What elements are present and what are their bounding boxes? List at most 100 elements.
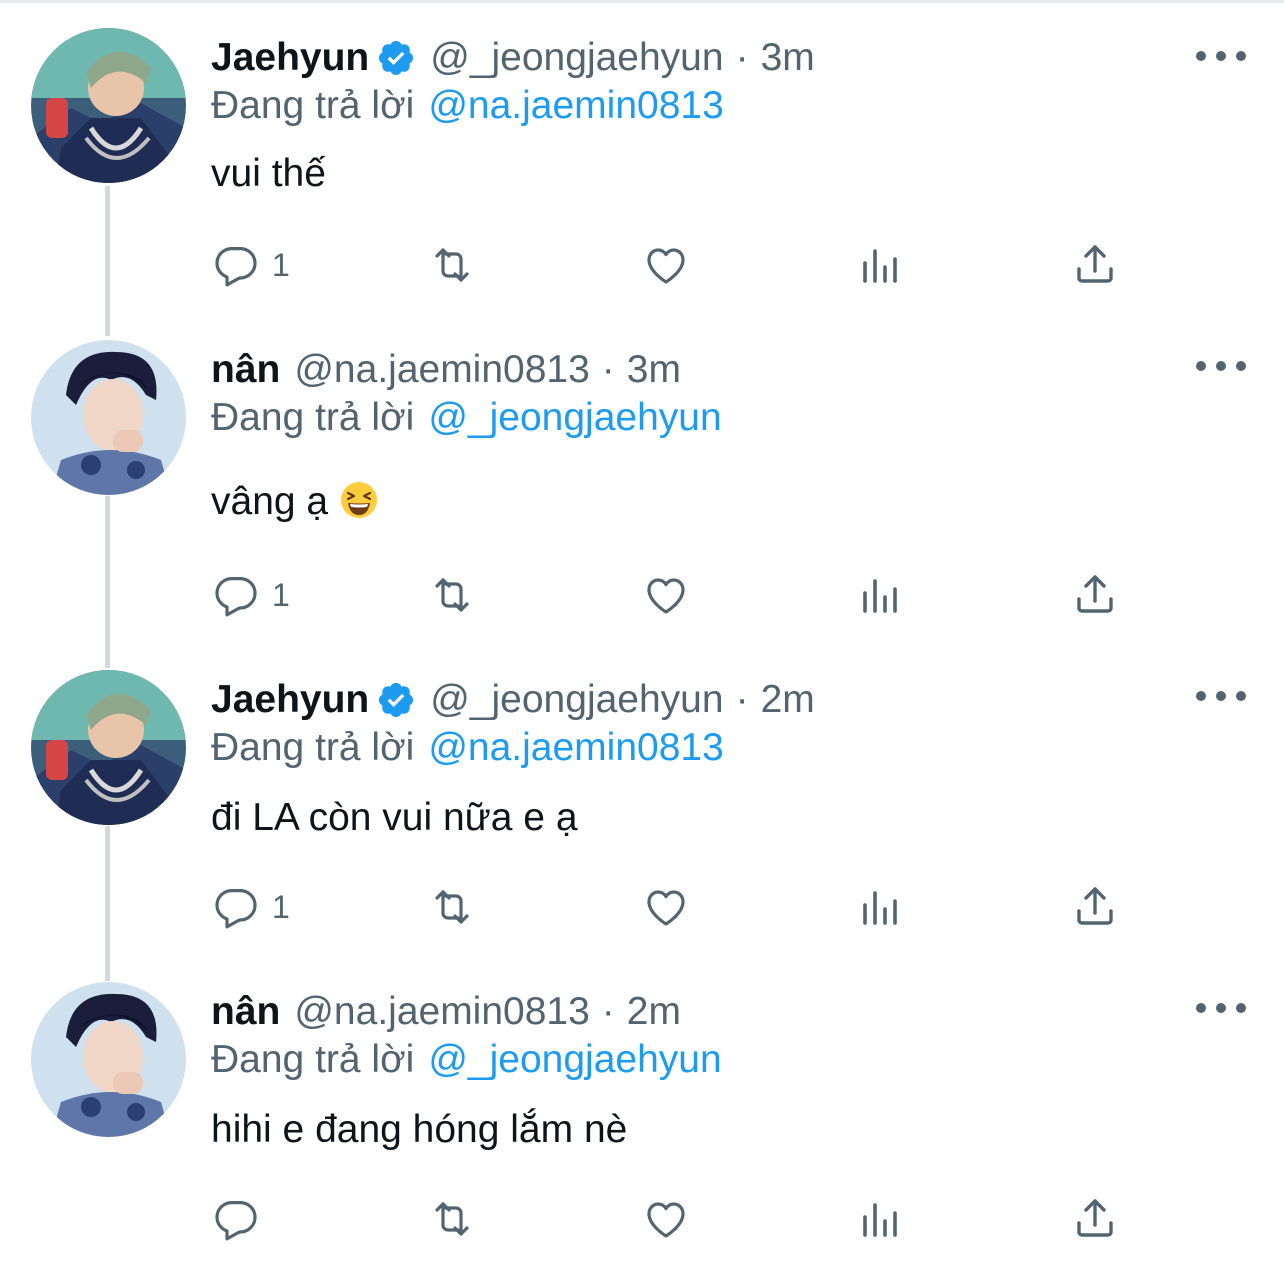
replying-to: Đang trả lời @na.jaemin0813 xyxy=(211,84,724,128)
retweet-button[interactable] xyxy=(428,565,476,625)
tweet-header: nân @na.jaemin0813 · 2m xyxy=(211,987,681,1037)
tweet-header: Jaehyun @_jeongjaehyun · 3m xyxy=(211,33,815,83)
replying-to-label: Đang trả lời xyxy=(211,84,415,127)
tweet-actions: 1 xyxy=(0,877,1284,937)
timestamp[interactable]: 3m xyxy=(627,348,681,392)
replying-to: Đang trả lời @_jeongjaehyun xyxy=(211,1038,722,1082)
handle[interactable]: @na.jaemin0813 xyxy=(294,348,589,392)
share-button[interactable] xyxy=(1071,877,1119,937)
tweet-text: vâng ạ xyxy=(211,480,329,523)
reply-icon xyxy=(215,889,257,929)
tweet-actions: 1 xyxy=(0,565,1284,625)
like-button[interactable] xyxy=(642,1189,690,1249)
timestamp[interactable]: 2m xyxy=(627,990,681,1034)
handle[interactable]: @na.jaemin0813 xyxy=(294,990,589,1034)
share-icon xyxy=(1077,245,1113,283)
avatar[interactable] xyxy=(31,28,186,183)
share-icon xyxy=(1077,887,1113,925)
tweet-actions: 1 xyxy=(0,235,1284,295)
display-name[interactable]: nân xyxy=(211,990,280,1034)
reply-button[interactable]: 1 xyxy=(212,565,290,625)
tweet-header: Jaehyun @_jeongjaehyun · 2m xyxy=(211,675,815,725)
replying-to-label: Đang trả lời xyxy=(211,1038,415,1081)
avatar[interactable] xyxy=(31,670,186,825)
retweet-icon xyxy=(435,1202,469,1236)
separator: · xyxy=(735,36,749,79)
more-icon[interactable] xyxy=(1196,46,1246,66)
analytics-icon xyxy=(863,1203,897,1237)
replying-to-link[interactable]: @na.jaemin0813 xyxy=(428,726,723,769)
tweet-actions xyxy=(0,1189,1284,1249)
tweet-text-container: vâng ạ xyxy=(211,480,379,524)
display-name[interactable]: Jaehyun xyxy=(211,36,369,80)
retweet-button[interactable] xyxy=(428,1189,476,1249)
heart-icon xyxy=(647,1202,685,1238)
replying-to-label: Đang trả lời xyxy=(211,726,415,769)
avatar[interactable] xyxy=(31,982,186,1137)
avatar-image-nan xyxy=(31,982,186,1137)
reply-icon xyxy=(215,577,257,617)
replying-to-link[interactable]: @na.jaemin0813 xyxy=(428,84,723,127)
handle[interactable]: @_jeongjaehyun xyxy=(430,678,723,722)
reply-button[interactable] xyxy=(212,1189,272,1249)
tweet-text: đi LA còn vui nữa e ạ xyxy=(211,796,578,839)
reply-button[interactable]: 1 xyxy=(212,235,290,295)
share-icon xyxy=(1077,575,1113,613)
heart-icon xyxy=(647,578,685,614)
avatar-image-jaehyun xyxy=(31,28,186,183)
tweet-text: hihi e đang hóng lắm nè xyxy=(211,1108,628,1151)
share-button[interactable] xyxy=(1071,565,1119,625)
heart-icon xyxy=(647,248,685,284)
analytics-button[interactable] xyxy=(857,565,905,625)
more-icon[interactable] xyxy=(1196,686,1246,706)
tweet[interactable]: Jaehyun @_jeongjaehyun · 3m Đang trả lời… xyxy=(0,0,1284,310)
grinning-squinting-face-icon xyxy=(340,482,377,518)
reply-button[interactable]: 1 xyxy=(212,877,290,937)
avatar-image-nan xyxy=(31,340,186,495)
verified-badge-icon xyxy=(376,680,416,720)
retweet-button[interactable] xyxy=(428,235,476,295)
avatar[interactable] xyxy=(31,340,186,495)
share-icon xyxy=(1077,1199,1113,1237)
timestamp[interactable]: 2m xyxy=(761,678,815,722)
retweet-icon xyxy=(435,248,469,282)
reply-count: 1 xyxy=(272,246,290,283)
handle[interactable]: @_jeongjaehyun xyxy=(430,36,723,80)
more-icon[interactable] xyxy=(1196,998,1246,1018)
separator: · xyxy=(601,348,615,391)
display-name[interactable]: Jaehyun xyxy=(211,678,369,722)
like-button[interactable] xyxy=(642,877,690,937)
retweet-button[interactable] xyxy=(428,877,476,937)
tweet-text: vui thế xyxy=(211,152,326,195)
avatar-image-jaehyun xyxy=(31,670,186,825)
replying-to-link[interactable]: @_jeongjaehyun xyxy=(428,1038,721,1081)
analytics-icon xyxy=(863,579,897,613)
reply-icon xyxy=(215,1201,257,1241)
more-icon[interactable] xyxy=(1196,356,1246,376)
analytics-button[interactable] xyxy=(857,235,905,295)
retweet-icon xyxy=(435,578,469,612)
display-name[interactable]: nân xyxy=(211,348,280,392)
analytics-button[interactable] xyxy=(857,877,905,937)
heart-icon xyxy=(647,890,685,926)
share-button[interactable] xyxy=(1071,235,1119,295)
like-button[interactable] xyxy=(642,235,690,295)
tweet[interactable]: nân @na.jaemin0813 · 2m Đang trả lời @_je… xyxy=(0,954,1284,1264)
reply-count: 1 xyxy=(272,576,290,613)
tweet[interactable]: nân @na.jaemin0813 · 3m Đang trả lời @_je… xyxy=(0,312,1284,622)
replying-to: Đang trả lời @_jeongjaehyun xyxy=(211,396,722,440)
verified-badge-icon xyxy=(376,38,416,78)
analytics-icon xyxy=(863,249,897,283)
tweet[interactable]: Jaehyun @_jeongjaehyun · 2m Đang trả lời… xyxy=(0,642,1284,952)
replying-to: Đang trả lời @na.jaemin0813 xyxy=(211,726,724,770)
replying-to-link[interactable]: @_jeongjaehyun xyxy=(428,396,721,439)
reply-icon xyxy=(215,247,257,287)
replying-to-label: Đang trả lời xyxy=(211,396,415,439)
separator: · xyxy=(601,990,615,1033)
like-button[interactable] xyxy=(642,565,690,625)
share-button[interactable] xyxy=(1071,1189,1119,1249)
tweet-header: nân @na.jaemin0813 · 3m xyxy=(211,345,681,395)
timestamp[interactable]: 3m xyxy=(761,36,815,80)
analytics-button[interactable] xyxy=(857,1189,905,1249)
analytics-icon xyxy=(863,891,897,925)
